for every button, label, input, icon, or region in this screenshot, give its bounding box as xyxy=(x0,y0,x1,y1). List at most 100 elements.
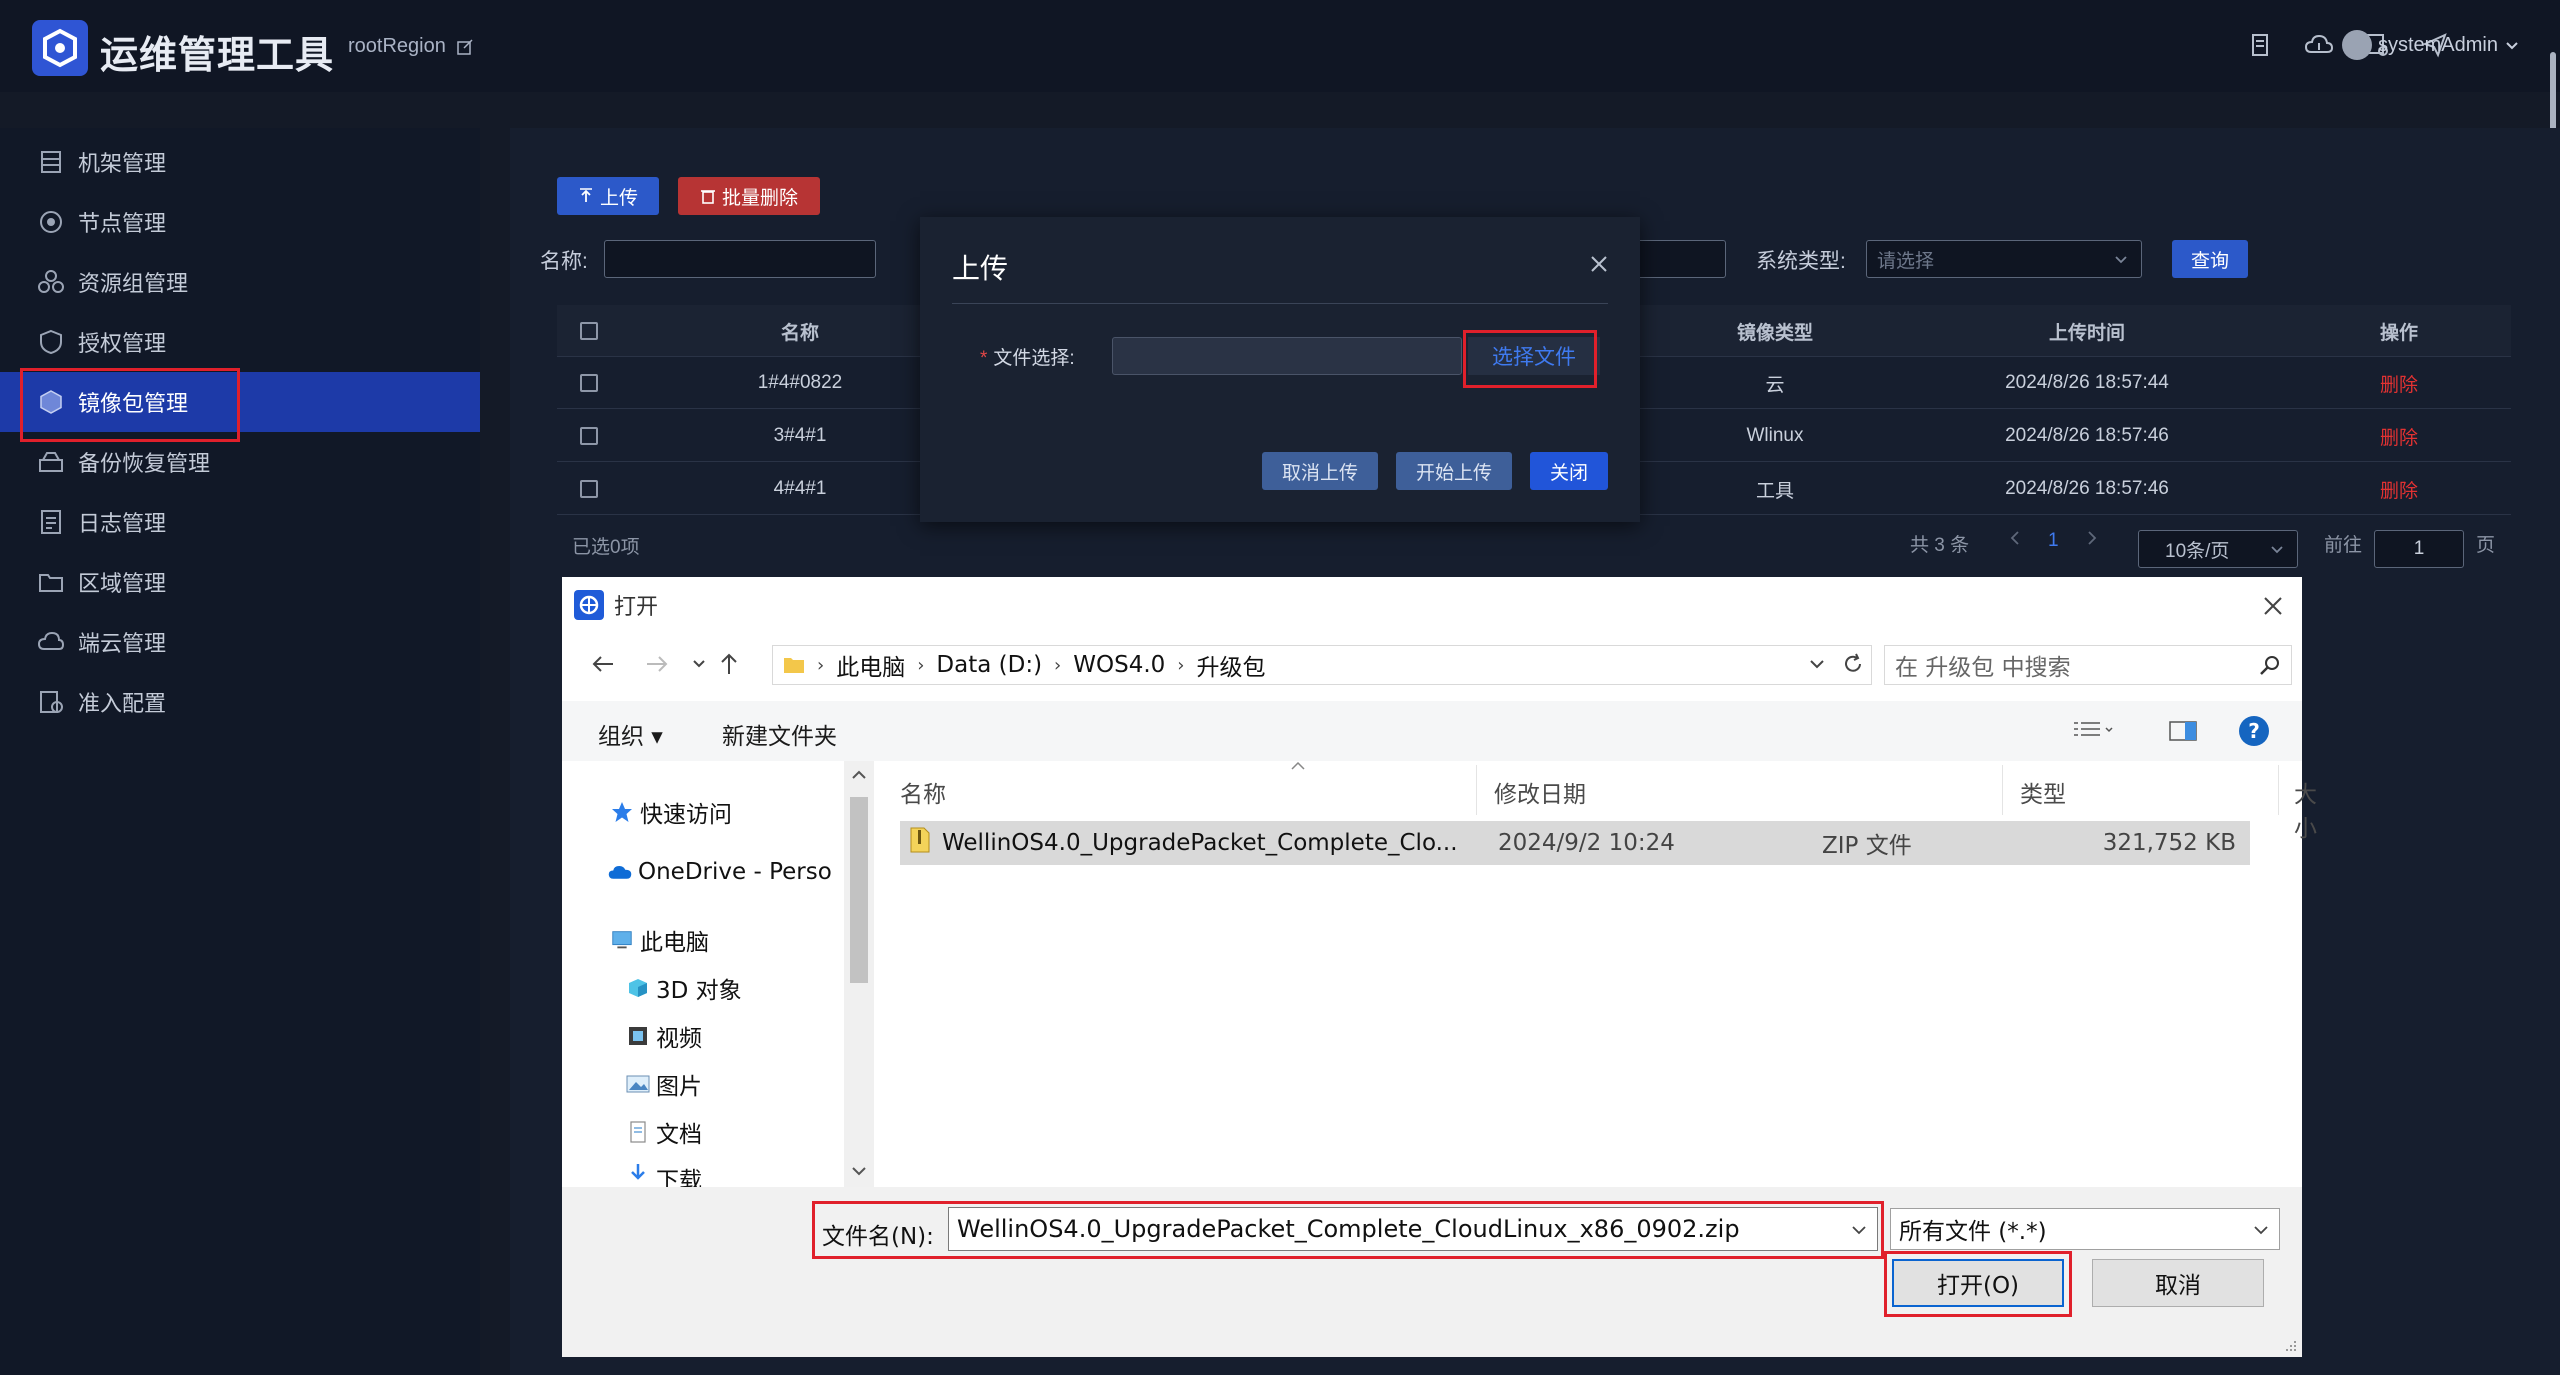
select-all-checkbox[interactable] xyxy=(580,322,598,340)
region-selector[interactable]: rootRegion xyxy=(348,35,474,58)
sidebar: 机架管理 节点管理 资源组管理 授权管理 镜像包管理 备份恢复管理 日志管理 区… xyxy=(0,128,480,1375)
document-icon[interactable] xyxy=(2246,30,2276,60)
highlight-box xyxy=(20,368,240,442)
nav-this-pc[interactable]: 此电脑 xyxy=(610,923,709,957)
breadcrumb-this-pc[interactable]: 此电脑 xyxy=(836,648,905,682)
nav-downloads-label: 下载 xyxy=(656,1168,702,1187)
sort-ascending-icon xyxy=(1291,761,1305,770)
forward-arrow-icon[interactable] xyxy=(640,647,674,681)
refresh-icon[interactable] xyxy=(1836,647,1870,681)
dialog-titlebar: 打开 xyxy=(574,589,658,621)
query-button[interactable]: 查询 xyxy=(2172,240,2248,278)
delete-link[interactable]: 删除 xyxy=(2244,410,2554,462)
breadcrumb-wos[interactable]: WOS4.0 xyxy=(1073,652,1165,678)
goto-label: 前往 xyxy=(2324,535,2363,556)
cloud-upload-icon[interactable] xyxy=(2304,30,2334,60)
column-name[interactable]: 名称 xyxy=(900,775,946,809)
back-arrow-icon[interactable] xyxy=(586,647,620,681)
chevron-down-icon xyxy=(2271,546,2283,554)
scroll-down-icon[interactable] xyxy=(851,1165,867,1177)
goto-page-input[interactable]: 1 xyxy=(2374,530,2464,568)
column-modified[interactable]: 修改日期 xyxy=(1494,775,1586,809)
name-filter-input[interactable] xyxy=(604,240,876,278)
sidebar-item-rack[interactable]: 机架管理 xyxy=(0,132,480,192)
sidebar-item-authorization[interactable]: 授权管理 xyxy=(0,312,480,372)
file-row[interactable]: WellinOS4.0_UpgradePacket_Complete_Clo..… xyxy=(900,821,2250,865)
sidebar-item-cloud[interactable]: 端云管理 xyxy=(0,612,480,672)
admission-icon xyxy=(36,687,66,717)
column-type[interactable]: 类型 xyxy=(2020,775,2066,809)
address-bar[interactable]: › 此电脑 › Data (D:) › WOS4.0 › 升级包 xyxy=(772,645,1872,685)
start-upload-button[interactable]: 开始上传 xyxy=(1396,452,1512,490)
delete-link[interactable]: 删除 xyxy=(2244,357,2554,409)
nav-downloads[interactable]: 下载 xyxy=(626,1161,702,1187)
log-icon xyxy=(36,507,66,537)
breadcrumb-drive[interactable]: Data (D:) xyxy=(936,652,1042,678)
file-size: 321,752 KB xyxy=(2102,830,2236,856)
header-upload-time[interactable]: 上传时间 xyxy=(1930,305,2244,357)
open-file-dialog: 打开 › 此电脑 › Data (D:) › WOS4.0 › 升级包 在 升级… xyxy=(562,577,2317,1357)
file-select-text: 文件选择: xyxy=(993,348,1075,369)
row-select-cell xyxy=(557,410,621,462)
sidebar-item-resource-group[interactable]: 资源组管理 xyxy=(0,252,480,312)
batch-delete-button[interactable]: 批量删除 xyxy=(678,177,820,215)
column-size[interactable]: 大小 xyxy=(2294,775,2317,843)
file-path-field[interactable] xyxy=(1112,337,1462,375)
nav-onedrive[interactable]: OneDrive - Perso xyxy=(608,859,832,885)
user-menu[interactable]: systemAdmin xyxy=(2341,30,2520,60)
next-page-icon[interactable] xyxy=(2085,530,2099,546)
nav-quick-access[interactable]: 快速访问 xyxy=(610,795,732,829)
row-checkbox[interactable] xyxy=(580,427,598,445)
row-upload-time: 2024/8/26 18:57:46 xyxy=(2005,478,2169,499)
address-dropdown-icon[interactable] xyxy=(1800,647,1834,681)
file-type-select[interactable]: 所有文件 (*.*) xyxy=(1890,1208,2280,1250)
page-size-select[interactable]: 10条/页 xyxy=(2138,530,2298,568)
navigation-pane: 快速访问 OneDrive - Perso 此电脑 3D 对象 视频 图片 文档 xyxy=(562,761,876,1187)
search-icon xyxy=(2260,656,2279,675)
svg-text:?: ? xyxy=(2248,719,2260,743)
scrollbar-thumb[interactable] xyxy=(850,797,868,983)
highlight-box xyxy=(812,1201,1884,1259)
selected-count: 已选0项 xyxy=(572,537,640,558)
edit-icon xyxy=(457,38,473,55)
nav-documents-label: 文档 xyxy=(656,1122,702,1148)
close-icon[interactable] xyxy=(2262,595,2284,617)
region-icon xyxy=(36,567,66,597)
help-icon[interactable]: ? xyxy=(2238,715,2270,753)
preview-pane-icon[interactable] xyxy=(2168,719,2198,749)
scroll-up-icon[interactable] xyxy=(851,769,867,781)
breadcrumb-upgrade[interactable]: 升级包 xyxy=(1196,648,1265,682)
column-divider xyxy=(2278,765,2279,815)
view-options-icon[interactable] xyxy=(2072,719,2116,749)
organize-menu[interactable]: 组织 ▾ xyxy=(598,717,663,751)
sidebar-item-node[interactable]: 节点管理 xyxy=(0,192,480,252)
modal-close-button[interactable]: 关闭 xyxy=(1530,452,1608,490)
cancel-upload-button[interactable]: 取消上传 xyxy=(1262,452,1378,490)
nav-3d-objects[interactable]: 3D 对象 xyxy=(626,971,742,1005)
file-type-filter-value: 所有文件 (*.*) xyxy=(1899,1219,2047,1245)
delete-link[interactable]: 删除 xyxy=(2244,463,2554,515)
upload-button[interactable]: 上传 xyxy=(557,177,659,215)
system-type-select[interactable]: 请选择 xyxy=(1866,240,2142,278)
new-folder-button[interactable]: 新建文件夹 xyxy=(722,717,837,751)
prev-page-icon[interactable] xyxy=(2008,530,2022,546)
cube-icon xyxy=(626,976,650,1000)
nav-videos[interactable]: 视频 xyxy=(626,1019,702,1053)
sidebar-item-log[interactable]: 日志管理 xyxy=(0,492,480,552)
sidebar-item-region[interactable]: 区域管理 xyxy=(0,552,480,612)
row-checkbox[interactable] xyxy=(580,374,598,392)
search-input[interactable]: 在 升级包 中搜索 xyxy=(1884,645,2292,685)
recent-dropdown-icon[interactable] xyxy=(682,647,716,681)
nav-pane-scrollbar[interactable] xyxy=(844,761,874,1187)
sidebar-item-admission[interactable]: 准入配置 xyxy=(0,672,480,732)
up-arrow-icon[interactable] xyxy=(712,647,746,681)
pagination-total: 共 3 条 xyxy=(1910,535,1970,556)
header-image-type[interactable]: 镜像类型 xyxy=(1620,305,1930,357)
close-icon[interactable] xyxy=(1588,253,1610,275)
page-number[interactable]: 1 xyxy=(2048,530,2059,552)
resize-grip-icon[interactable] xyxy=(2282,1337,2298,1353)
row-checkbox[interactable] xyxy=(580,480,598,498)
cancel-button[interactable]: 取消 xyxy=(2092,1259,2264,1307)
nav-documents[interactable]: 文档 xyxy=(626,1115,702,1149)
nav-pictures[interactable]: 图片 xyxy=(626,1067,702,1101)
